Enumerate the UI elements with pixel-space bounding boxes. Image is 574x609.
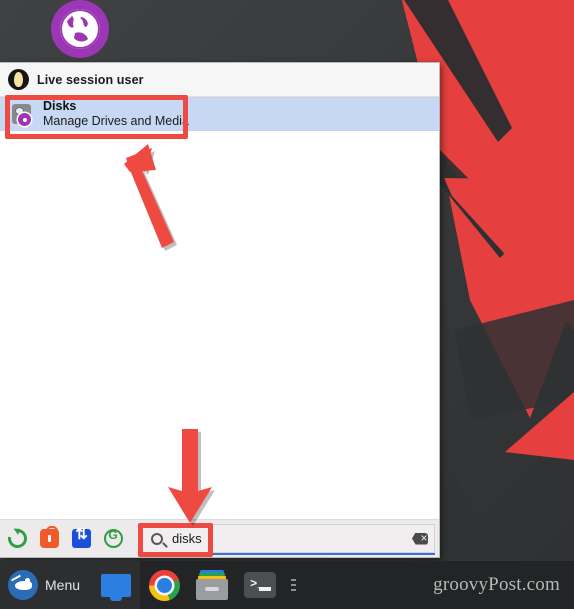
- lock-icon[interactable]: [40, 525, 59, 548]
- files-button[interactable]: [188, 561, 236, 609]
- taskbar-launchers: >_: [92, 561, 302, 609]
- search-focus-underline: [140, 553, 435, 555]
- search-input[interactable]: [163, 531, 412, 546]
- application-menu-panel: Live session user Disks Manage Drives an…: [0, 62, 440, 558]
- quick-action-buttons: [4, 525, 123, 552]
- session-header: Live session user: [0, 63, 439, 97]
- app-description: Manage Drives and Media: [43, 114, 189, 128]
- recycle-icon[interactable]: [4, 525, 31, 552]
- tray-overflow-dots-icon[interactable]: [284, 561, 302, 609]
- show-desktop-icon: [101, 573, 132, 601]
- logout-icon[interactable]: [104, 528, 123, 548]
- mint-logo-icon: [8, 570, 38, 600]
- session-user-label: Live session user: [37, 72, 144, 87]
- search-field[interactable]: [140, 524, 435, 553]
- watermark: groovyPost.com: [433, 574, 560, 595]
- chrome-button[interactable]: [140, 561, 188, 609]
- terminal-button[interactable]: >_: [236, 561, 284, 609]
- chrome-icon: [148, 569, 180, 601]
- switch-user-icon[interactable]: [72, 525, 91, 548]
- show-desktop-button[interactable]: [92, 561, 141, 609]
- search-icon: [151, 532, 163, 545]
- clear-backspace-icon[interactable]: [412, 532, 428, 545]
- menu-footer: [0, 519, 439, 557]
- taskbar-menu-button[interactable]: Menu: [0, 561, 93, 609]
- disk-drive-icon: [10, 102, 34, 126]
- terminal-icon: >_: [244, 572, 277, 598]
- taskbar-menu-label: Menu: [45, 577, 81, 593]
- files-icon: [196, 570, 229, 600]
- list-item[interactable]: Disks Manage Drives and Media: [0, 97, 439, 131]
- app-name: Disks: [43, 99, 77, 114]
- search-results-list: Disks Manage Drives and Media: [0, 97, 439, 519]
- user-avatar-icon: [8, 69, 29, 90]
- globe-icon[interactable]: [51, 0, 109, 58]
- globe-glyph: [60, 9, 100, 49]
- taskbar: Menu >_ groovyPost.com: [0, 561, 574, 609]
